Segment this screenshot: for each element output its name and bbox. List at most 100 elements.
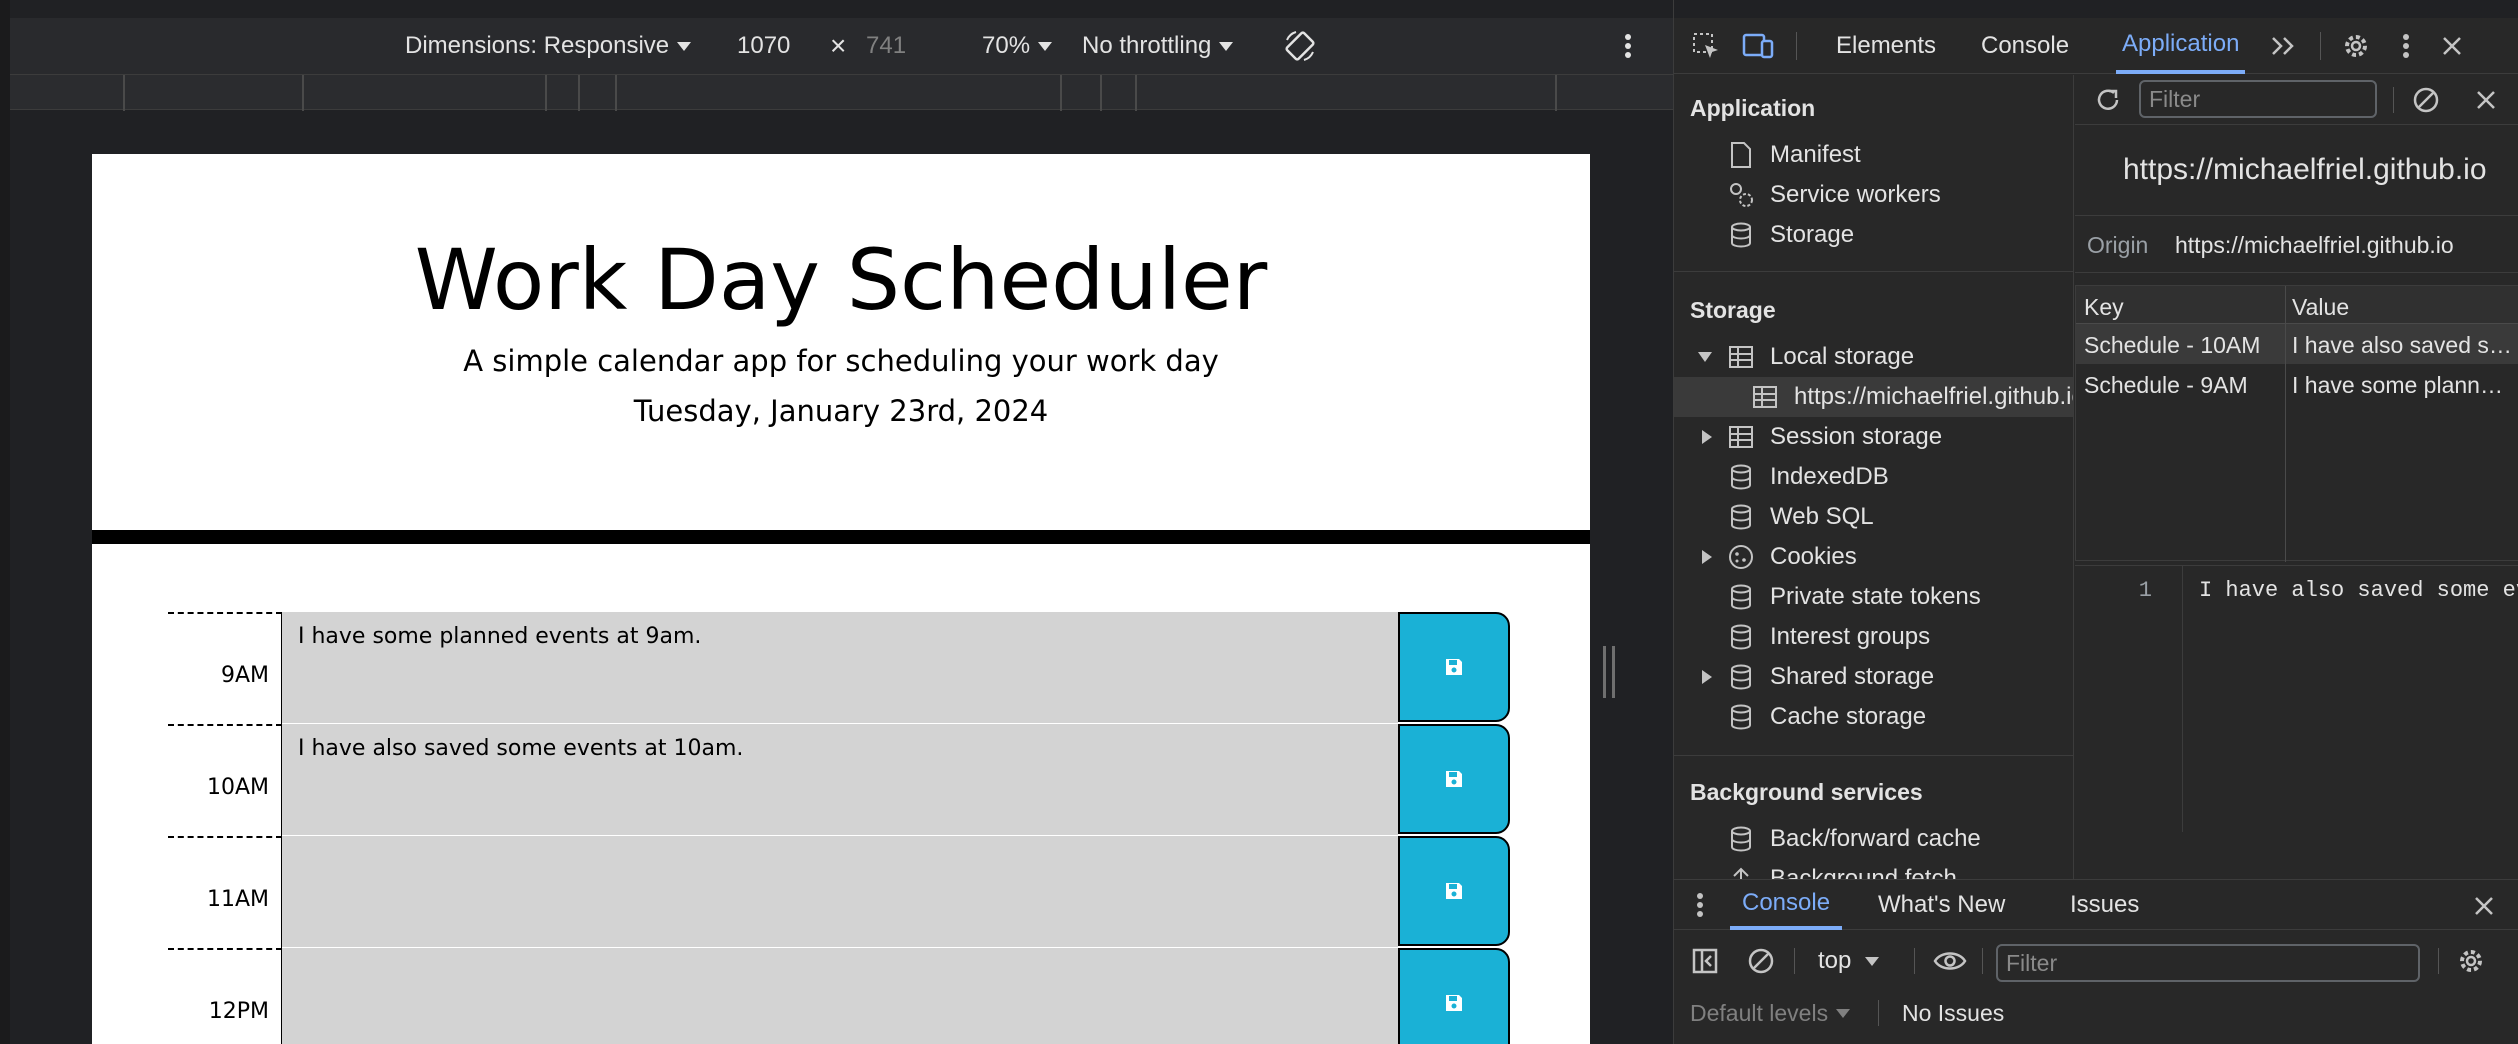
browser-window: Dimensions: Responsive 1070 × 741 70% No… (0, 0, 2518, 1044)
expand-arrow-icon[interactable] (1702, 550, 1712, 564)
table-icon (1726, 422, 1756, 452)
tab-elements[interactable]: Elements (1836, 18, 1936, 74)
event-textarea[interactable] (282, 724, 1398, 836)
clear-all-icon[interactable] (2409, 83, 2443, 117)
row-key: Schedule - 9AM (2084, 372, 2248, 398)
sidebar-section-storage: Storage (1690, 297, 1776, 323)
drawer-tab-bar: Console What's New Issues (1674, 880, 2518, 930)
tab-console[interactable]: Console (1981, 18, 2069, 74)
origin-title: https://michaelfriel.github.io (2123, 153, 2487, 186)
rotate-icon[interactable] (1282, 18, 1318, 74)
sidebar-item-label: Local storage (1770, 343, 1915, 370)
sidebar-item-background-fetch[interactable]: Background fetch (1674, 859, 2073, 879)
device-toggle-icon[interactable] (1740, 28, 1776, 64)
database-icon (1726, 502, 1756, 532)
database-icon (1726, 662, 1756, 692)
expand-arrow-icon[interactable] (1702, 430, 1712, 444)
save-button[interactable] (1398, 836, 1510, 946)
sidebar-item-session-storage[interactable]: Session storage (1674, 417, 2073, 457)
throttling-label: No throttling (1082, 32, 1212, 59)
table-row[interactable]: Schedule - 10AM I have also saved some e… (2076, 324, 2518, 364)
row-value: I have also saved some events at 10am. (2292, 332, 2512, 358)
sidebar-item-back-forward-cache[interactable]: Back/forward cache (1674, 819, 2073, 859)
save-button[interactable] (1398, 612, 1510, 722)
console-filter-input[interactable] (1996, 944, 2420, 982)
hour-label: 10AM (168, 724, 282, 836)
hour-label: 9AM (168, 612, 282, 724)
sidebar-item-cache-storage[interactable]: Cache storage (1674, 697, 2073, 737)
console-settings-gear-icon[interactable] (2454, 944, 2488, 978)
drawer-tab-whats-new[interactable]: What's New (1878, 880, 2005, 930)
close-drawer-icon[interactable] (2470, 892, 2498, 920)
value-preview: 1 I have also saved some events at 10am. (2075, 565, 2518, 879)
delete-selected-icon[interactable] (2469, 83, 2503, 117)
more-options-icon[interactable] (1624, 18, 1632, 74)
sidebar-item-manifest[interactable]: Manifest (1674, 135, 2073, 175)
table-icon (1726, 342, 1756, 372)
expand-arrow-icon[interactable] (1698, 352, 1712, 362)
drawer-menu-icon[interactable] (1694, 890, 1706, 920)
width-input[interactable]: 1070 (737, 18, 790, 74)
chevron-down-icon (1038, 41, 1053, 51)
sidebar-item-local-storage-origin[interactable]: https://michaelfriel.github.io (1674, 377, 2073, 417)
sidebar-item-service-workers[interactable]: Service workers (1674, 175, 2073, 215)
expand-arrow-icon[interactable] (1702, 670, 1712, 684)
dimensions-dropdown[interactable]: Dimensions: Responsive (405, 18, 692, 74)
resize-handle[interactable] (1603, 646, 1615, 698)
log-levels-label: Default levels (1690, 999, 1829, 1026)
save-button[interactable] (1398, 948, 1510, 1044)
context-label: top (1818, 947, 1852, 974)
height-input[interactable]: 741 (866, 18, 906, 74)
row-key: Schedule - 10AM (2084, 332, 2261, 358)
application-sidebar: Application Manifest Service workers Sto… (1674, 75, 2074, 879)
device-toolbar: Dimensions: Responsive 1070 × 741 70% No… (10, 18, 1673, 74)
issues-count[interactable]: No Issues (1902, 998, 2004, 1028)
storage-filter-input[interactable] (2139, 80, 2377, 118)
sidebar-item-indexeddb[interactable]: IndexedDB (1674, 457, 2073, 497)
sidebar-item-interest-groups[interactable]: Interest groups (1674, 617, 2073, 657)
sidebar-item-shared-storage[interactable]: Shared storage (1674, 657, 2073, 697)
event-textarea[interactable] (282, 836, 1398, 948)
sidebar-item-private-state-tokens[interactable]: Private state tokens (1674, 577, 2073, 617)
hour-label: 12PM (168, 948, 282, 1044)
column-divider[interactable] (2285, 286, 2286, 562)
settings-gear-icon[interactable] (2338, 28, 2374, 64)
save-button[interactable] (1398, 724, 1510, 834)
drawer-tab-console[interactable]: Console (1730, 880, 1843, 930)
column-header-value[interactable]: Value (2292, 294, 2512, 321)
top-strip (0, 0, 1673, 18)
save-icon (1446, 883, 1462, 899)
table-header: Key Value (2076, 286, 2518, 324)
table-row[interactable]: Schedule - 9AM I have some planned event… (2076, 364, 2518, 404)
refresh-icon[interactable] (2091, 83, 2125, 117)
customize-menu-icon[interactable] (2388, 28, 2424, 64)
drawer-tab-issues[interactable]: Issues (2070, 880, 2139, 930)
sidebar-item-cookies[interactable]: Cookies (1674, 537, 2073, 577)
sidebar-item-label: Back/forward cache (1770, 825, 1981, 852)
context-selector[interactable]: top (1818, 946, 1880, 976)
tab-application[interactable]: Application (2116, 18, 2246, 74)
sidebar-item-web-sql[interactable]: Web SQL (1674, 497, 2073, 537)
clear-console-icon[interactable] (1744, 944, 1778, 978)
origin-row: Origin https://michaelfriel.github.io (2075, 215, 2518, 273)
zoom-dropdown[interactable]: 70% (982, 18, 1053, 74)
sidebar-item-label: IndexedDB (1770, 463, 1889, 490)
zoom-label: 70% (982, 32, 1031, 59)
sidebar-item-label: Interest groups (1770, 623, 1931, 650)
time-block: 12PM (168, 948, 1510, 1044)
log-levels-dropdown[interactable]: Default levels (1690, 998, 1851, 1028)
database-icon (1726, 702, 1756, 732)
eye-icon[interactable] (1930, 944, 1970, 978)
sidebar-item-local-storage[interactable]: Local storage (1674, 337, 2073, 377)
more-tabs-icon[interactable] (2266, 28, 2302, 64)
sidebar-item-storage[interactable]: Storage (1674, 215, 2073, 255)
event-textarea[interactable] (282, 612, 1398, 724)
column-header-key[interactable]: Key (2084, 294, 2284, 321)
database-icon (1726, 462, 1756, 492)
event-textarea[interactable] (282, 948, 1398, 1044)
media-query-ruler[interactable] (10, 74, 1673, 111)
inspect-element-icon[interactable] (1688, 28, 1724, 64)
close-icon[interactable] (2434, 28, 2470, 64)
throttling-dropdown[interactable]: No throttling (1082, 18, 1234, 74)
sidebar-toggle-icon[interactable] (1688, 944, 1722, 978)
